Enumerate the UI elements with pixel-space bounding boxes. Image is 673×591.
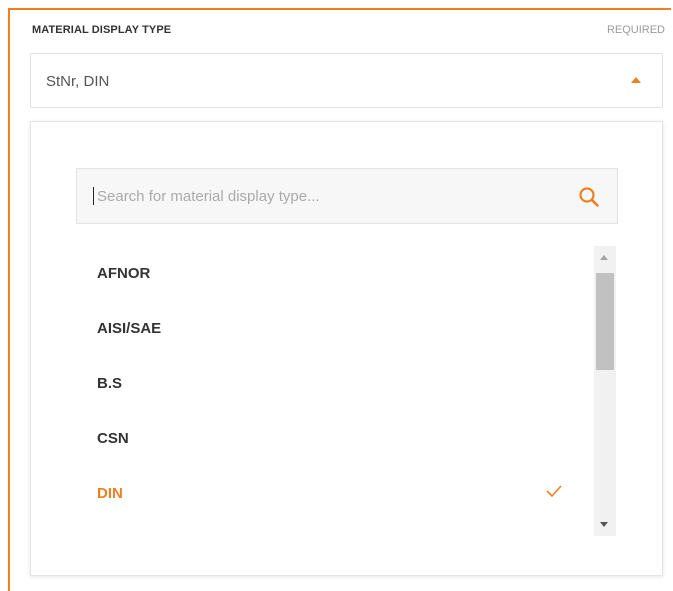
material-display-type-select[interactable]: StNr, DIN [30, 53, 663, 108]
list-item-bs[interactable]: B.S [76, 356, 586, 411]
list-item-csn[interactable]: CSN [76, 411, 586, 466]
scroll-down-arrow-icon[interactable] [600, 522, 608, 527]
list-item-din[interactable]: DIN [76, 466, 586, 521]
options-list: AFNOR AISI/SAE B.S CSN DIN [76, 246, 586, 536]
field-label: MATERIAL DISPLAY TYPE [32, 24, 172, 36]
select-value: StNr, DIN [46, 73, 110, 90]
required-indicator: REQUIRED [606, 24, 665, 36]
scrollbar[interactable] [594, 246, 616, 536]
caret-up-icon[interactable] [631, 77, 641, 83]
list-item-label: B.S [97, 375, 123, 392]
scroll-thumb[interactable] [596, 273, 614, 370]
list-item-label: CSN [97, 430, 129, 447]
search-box[interactable] [76, 168, 618, 224]
dropdown-panel: AFNOR AISI/SAE B.S CSN DIN [30, 121, 663, 576]
list-item-afnor[interactable]: AFNOR [76, 246, 586, 301]
search-icon[interactable] [578, 186, 600, 208]
scroll-up-arrow-icon[interactable] [600, 255, 608, 260]
list-item-label: AISI/SAE [97, 320, 162, 337]
check-icon [546, 485, 562, 498]
list-item-label: AFNOR [97, 265, 151, 282]
list-item-aisi-sae[interactable]: AISI/SAE [76, 301, 586, 356]
list-item-label: DIN [97, 485, 123, 502]
search-input[interactable] [93, 187, 567, 205]
